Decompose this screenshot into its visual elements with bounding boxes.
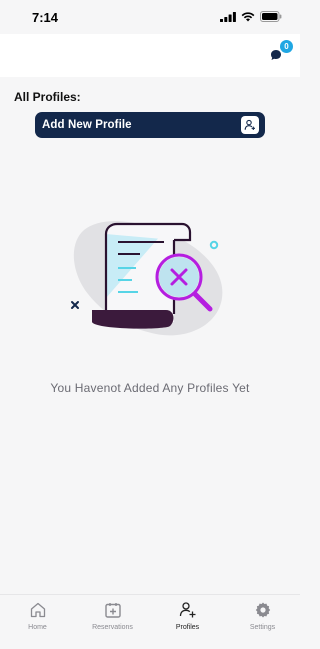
add-new-profile-label: Add New Profile	[42, 119, 132, 131]
app-header: 0	[0, 34, 300, 77]
gear-icon	[253, 600, 273, 620]
nav-item-home[interactable]: Home	[0, 595, 75, 649]
nav-label-settings: Settings	[249, 624, 276, 631]
chat-bubble-icon	[271, 50, 281, 60]
nav-label-profiles: Profiles	[175, 624, 200, 631]
wifi-icon	[241, 11, 255, 21]
status-icons	[220, 11, 282, 22]
nav-item-reservations[interactable]: Reservations	[75, 595, 150, 649]
empty-state-message: You Havenot Added Any Profiles Yet	[50, 381, 250, 395]
status-bar: 7:14	[0, 0, 300, 34]
profiles-icon	[178, 600, 198, 620]
battery-icon	[260, 11, 282, 22]
nav-label-home: Home	[28, 624, 47, 631]
status-time: 7:14	[32, 10, 59, 25]
add-new-profile-button[interactable]: Add New Profile	[35, 112, 265, 138]
calendar-plus-icon	[103, 600, 123, 620]
signal-icon	[220, 11, 236, 22]
nav-label-reservations: Reservations	[92, 624, 133, 631]
chat-badge: 0	[280, 40, 293, 53]
home-icon	[28, 600, 48, 620]
nav-item-profiles[interactable]: Profiles	[150, 595, 225, 649]
nav-item-settings[interactable]: Settings	[225, 595, 300, 649]
add-user-icon	[241, 116, 259, 134]
page-title: All Profiles:	[14, 90, 81, 104]
bottom-nav: Home Reservations Profiles Settings	[0, 594, 300, 649]
empty-state-illustration	[71, 221, 223, 336]
